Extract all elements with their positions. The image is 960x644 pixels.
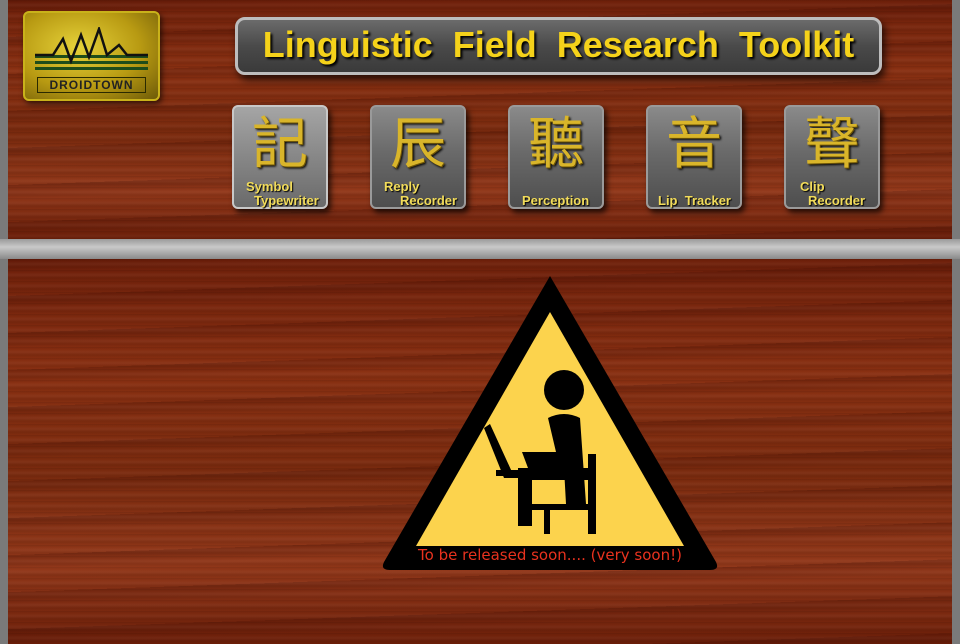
symbol-typewriter-button[interactable]: 記 Symbol Typewriter xyxy=(232,105,328,209)
title-bar: Linguistic Field Research Toolkit xyxy=(235,17,882,75)
tool-label-line1: Reply xyxy=(384,179,420,194)
app-title: Linguistic Field Research Toolkit xyxy=(262,24,855,65)
lip-tracker-button[interactable]: ⾳ Lip Tracker xyxy=(646,105,742,209)
tool-label: Lip Tracker xyxy=(658,193,731,208)
release-status-text: To be released soon.... (very soon!) xyxy=(418,546,682,564)
symbol-typewriter-icon: 記 xyxy=(252,112,308,177)
tool-label-line1: Clip xyxy=(800,179,825,194)
droidtown-logo[interactable]: DROIDTOWN xyxy=(23,11,160,101)
perception-icon: 聽 xyxy=(528,112,584,177)
tool-label-line2: Typewriter xyxy=(254,193,319,208)
reply-recorder-button[interactable]: ⾠ Reply Recorder xyxy=(370,105,466,209)
clip-recorder-button[interactable]: 聲 Clip Recorder xyxy=(784,105,880,209)
panel-divider xyxy=(0,239,960,259)
waveform-icon xyxy=(35,27,148,70)
tool-label-line2: Recorder xyxy=(400,193,458,208)
tool-label: Perception xyxy=(522,193,590,208)
logo-text: DROIDTOWN xyxy=(37,77,146,93)
tool-label-line1: Symbol xyxy=(246,179,293,194)
perception-button[interactable]: 聽 Perception xyxy=(508,105,604,209)
clip-recorder-icon: 聲 xyxy=(804,112,860,177)
tool-label-line2: Recorder xyxy=(808,193,866,208)
reply-recorder-icon: ⾠ xyxy=(390,112,446,177)
under-construction-warning-icon xyxy=(382,276,718,570)
lip-tracker-icon: ⾳ xyxy=(666,112,722,177)
